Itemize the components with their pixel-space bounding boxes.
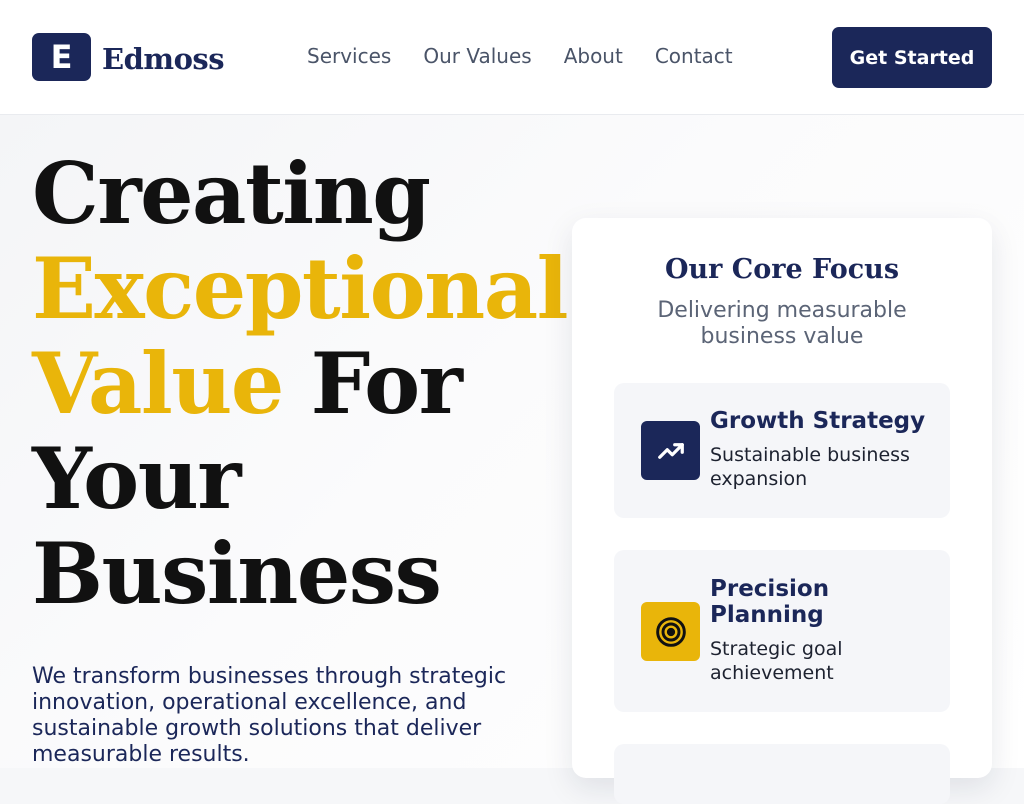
card-subtitle: Delivering measurable business value xyxy=(657,298,907,349)
hero-headline: Creating Exceptional Value For Your Busi… xyxy=(32,146,572,621)
focus-item-title: Precision Planning xyxy=(710,576,830,628)
headline-word-creating: Creating xyxy=(32,144,431,243)
headline-word-value: Value xyxy=(32,334,284,433)
focus-item-third[interactable] xyxy=(614,744,950,804)
nav-link-about[interactable]: About xyxy=(564,44,623,68)
headline-word-your: Your xyxy=(32,429,242,528)
main-nav: Services Our Values About Contact xyxy=(307,44,733,68)
nav-link-our-values[interactable]: Our Values xyxy=(423,44,531,68)
focus-item-title: Growth Strategy xyxy=(710,408,926,434)
focus-item-growth-strategy[interactable]: Growth Strategy Sustainable business exp… xyxy=(614,383,950,518)
site-header: E Edmoss Services Our Values About Conta… xyxy=(0,0,1024,115)
get-started-button[interactable]: Get Started xyxy=(832,27,992,88)
focus-item-desc: Strategic goal achievement xyxy=(710,638,843,684)
hero-lead-paragraph: We transform businesses through strategi… xyxy=(32,664,507,767)
focus-item-precision-planning[interactable]: Precision Planning Strategic goal achiev… xyxy=(614,550,950,712)
headline-word-for: For xyxy=(310,334,463,433)
target-icon xyxy=(641,602,700,661)
core-focus-card: Our Core Focus Delivering measurable bus… xyxy=(572,218,992,804)
nav-link-contact[interactable]: Contact xyxy=(655,44,733,68)
focus-item-desc: Sustainable business expansion xyxy=(710,444,910,490)
nav-link-services[interactable]: Services xyxy=(307,44,391,68)
headline-word-business: Business xyxy=(32,524,442,623)
logo-mark[interactable]: E xyxy=(32,33,91,81)
card-title: Our Core Focus xyxy=(664,254,900,285)
brand-name[interactable]: Edmoss xyxy=(102,42,225,76)
trending-up-icon xyxy=(641,421,700,480)
headline-word-exceptional: Exceptional xyxy=(32,239,569,338)
